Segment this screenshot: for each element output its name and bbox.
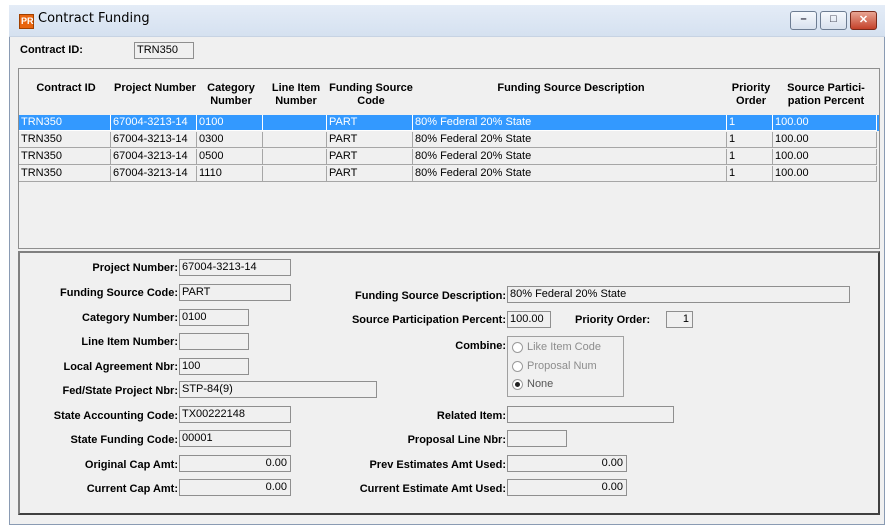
cell-participation-percent: 100.00 bbox=[773, 115, 877, 131]
current-cap-amt-label: Current Cap Amt: bbox=[86, 483, 178, 495]
column-header-category-number[interactable]: Category Number bbox=[198, 82, 264, 114]
state-accounting-code-label: State Accounting Code: bbox=[53, 410, 178, 422]
combine-like-item-code-radio[interactable] bbox=[512, 342, 523, 353]
local-agreement-nbr-field[interactable]: 100 bbox=[179, 358, 249, 375]
cell-line-item-number bbox=[263, 132, 327, 148]
column-header-funding-source-code[interactable]: Funding Source Code bbox=[328, 82, 414, 114]
fed-state-project-nbr-field[interactable]: STP-84(9) bbox=[179, 381, 377, 398]
cell-funding-source-description: 80% Federal 20% State bbox=[413, 166, 727, 182]
related-item-field[interactable] bbox=[507, 406, 674, 423]
cell-funding-source-description: 80% Federal 20% State bbox=[413, 132, 727, 148]
state-funding-code-field[interactable]: 00001 bbox=[179, 430, 291, 447]
cell-funding-source-description: 80% Federal 20% State bbox=[413, 149, 727, 165]
current-estimate-amt-used-label: Current Estimate Amt Used: bbox=[359, 483, 506, 495]
current-cap-amt-field[interactable]: 0.00 bbox=[179, 479, 291, 496]
combine-none-label: None bbox=[527, 378, 554, 390]
proposal-line-nbr-field[interactable] bbox=[507, 430, 567, 447]
combine-proposal-num-label: Proposal Num bbox=[527, 360, 597, 372]
state-accounting-code-field[interactable]: TX00222148 bbox=[179, 406, 291, 423]
priority-order-field[interactable]: 1 bbox=[666, 311, 693, 328]
cell-contract-id: TRN350 bbox=[19, 149, 111, 165]
cell-participation-percent: 100.00 bbox=[773, 132, 877, 148]
cell-contract-id: TRN350 bbox=[19, 132, 111, 148]
priority-order-label: Priority Order: bbox=[575, 314, 651, 326]
app-icon-text: PR bbox=[21, 16, 34, 26]
project-number-label: Project Number: bbox=[92, 262, 178, 274]
cell-priority-order: 1 bbox=[727, 149, 773, 165]
column-header-funding-source-description[interactable]: Funding Source Description bbox=[414, 82, 728, 114]
cell-category-number: 1110 bbox=[197, 166, 263, 182]
combine-label: Combine: bbox=[455, 340, 506, 352]
cell-participation-percent: 100.00 bbox=[773, 166, 877, 182]
proposal-line-nbr-label: Proposal Line Nbr: bbox=[407, 434, 506, 446]
table-row[interactable]: TRN350 67004-3213-14 0500 PART 80% Feder… bbox=[19, 149, 879, 165]
cell-line-item-number bbox=[263, 149, 327, 165]
column-header-line-item-number[interactable]: Line Item Number bbox=[264, 82, 328, 114]
column-header-project-number[interactable]: Project Number bbox=[112, 82, 198, 114]
cell-priority-order: 1 bbox=[727, 115, 773, 131]
original-cap-amt-label: Original Cap Amt: bbox=[84, 459, 178, 471]
cell-category-number: 0100 bbox=[197, 115, 263, 131]
cell-priority-order: 1 bbox=[727, 166, 773, 182]
related-item-label: Related Item: bbox=[436, 410, 506, 422]
prev-estimates-amt-used-field[interactable]: 0.00 bbox=[507, 455, 627, 472]
funding-source-description-label: Funding Source Description: bbox=[355, 290, 506, 302]
combine-like-item-code-label: Like Item Code bbox=[527, 341, 601, 353]
cell-project-number: 67004-3213-14 bbox=[111, 149, 197, 165]
funding-source-code-label: Funding Source Code: bbox=[60, 287, 178, 299]
window-title: Contract Funding bbox=[38, 11, 150, 26]
cell-contract-id: TRN350 bbox=[19, 166, 111, 182]
app-icon: PR bbox=[19, 14, 34, 29]
fed-state-project-nbr-label: Fed/State Project Nbr: bbox=[62, 385, 178, 397]
contract-id-label: Contract ID: bbox=[20, 44, 83, 56]
original-cap-amt-field[interactable]: 0.00 bbox=[179, 455, 291, 472]
cell-funding-source-code: PART bbox=[327, 166, 413, 182]
combine-none-radio[interactable] bbox=[512, 379, 523, 390]
table-row[interactable]: TRN350 67004-3213-14 0300 PART 80% Feder… bbox=[19, 132, 879, 148]
funding-source-code-field[interactable]: PART bbox=[179, 284, 291, 301]
column-header-contract-id[interactable]: Contract ID bbox=[20, 82, 112, 114]
cell-funding-source-code: PART bbox=[327, 115, 413, 131]
cell-project-number: 67004-3213-14 bbox=[111, 115, 197, 131]
current-estimate-amt-used-field[interactable]: 0.00 bbox=[507, 479, 627, 496]
column-header-priority-order[interactable]: Priority Order bbox=[728, 82, 774, 114]
table-row[interactable]: TRN350 67004-3213-14 0100 PART 80% Feder… bbox=[19, 115, 879, 131]
cell-category-number: 0500 bbox=[197, 149, 263, 165]
cell-funding-source-description: 80% Federal 20% State bbox=[413, 115, 727, 131]
combine-proposal-num-radio[interactable] bbox=[512, 361, 523, 372]
cell-funding-source-code: PART bbox=[327, 132, 413, 148]
category-number-field[interactable]: 0100 bbox=[179, 309, 249, 326]
cell-line-item-number bbox=[263, 166, 327, 182]
line-item-number-field[interactable] bbox=[179, 333, 249, 350]
close-icon: ✕ bbox=[858, 14, 869, 26]
source-participation-percent-label: Source Participation Percent: bbox=[351, 314, 506, 326]
state-funding-code-label: State Funding Code: bbox=[70, 434, 178, 446]
prev-estimates-amt-used-label: Prev Estimates Amt Used: bbox=[369, 459, 506, 471]
maximize-button[interactable]: □ bbox=[820, 11, 847, 30]
column-header-source-participation-percent[interactable]: Source Partici- pation Percent bbox=[774, 82, 878, 114]
close-button[interactable]: ✕ bbox=[850, 11, 877, 30]
minimize-icon: – bbox=[800, 13, 807, 25]
contract-id-field[interactable]: TRN350 bbox=[134, 42, 194, 59]
cell-project-number: 67004-3213-14 bbox=[111, 132, 197, 148]
table-row[interactable]: TRN350 67004-3213-14 1110 PART 80% Feder… bbox=[19, 166, 879, 182]
funding-source-description-field[interactable]: 80% Federal 20% State bbox=[507, 286, 850, 303]
project-number-field[interactable]: 67004-3213-14 bbox=[179, 259, 291, 276]
cell-contract-id: TRN350 bbox=[19, 115, 111, 131]
cell-line-item-number bbox=[263, 115, 327, 131]
cell-category-number: 0300 bbox=[197, 132, 263, 148]
local-agreement-nbr-label: Local Agreement Nbr: bbox=[63, 361, 178, 373]
line-item-number-label: Line Item Number: bbox=[81, 336, 178, 348]
source-participation-percent-field[interactable]: 100.00 bbox=[507, 311, 551, 328]
cell-priority-order: 1 bbox=[727, 132, 773, 148]
cell-project-number: 67004-3213-14 bbox=[111, 166, 197, 182]
maximize-icon: □ bbox=[830, 13, 837, 25]
minimize-button[interactable]: – bbox=[790, 11, 817, 30]
cell-participation-percent: 100.00 bbox=[773, 149, 877, 165]
cell-funding-source-code: PART bbox=[327, 149, 413, 165]
category-number-label: Category Number: bbox=[82, 312, 178, 324]
